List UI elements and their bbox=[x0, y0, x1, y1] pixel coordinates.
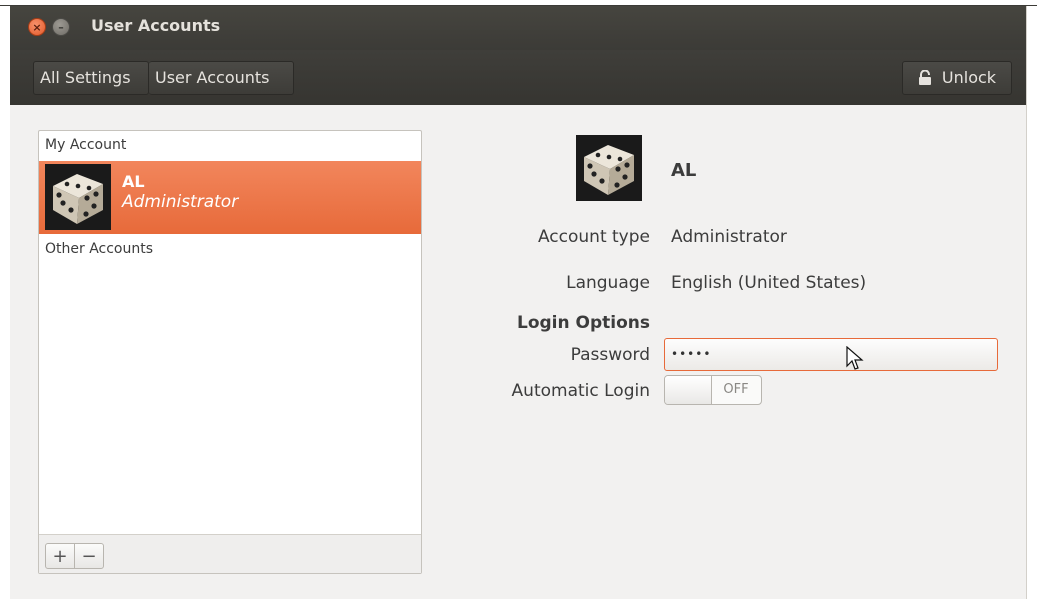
language-value[interactable]: English (United States) bbox=[671, 273, 866, 293]
list-toolbar: + − bbox=[39, 534, 421, 573]
list-item-account-al[interactable]: AL Administrator bbox=[39, 161, 421, 234]
user-name[interactable]: AL bbox=[671, 160, 696, 181]
password-label: Password bbox=[570, 345, 650, 365]
window-title: User Accounts bbox=[91, 16, 221, 35]
language-label: Language bbox=[566, 273, 650, 293]
unlock-button[interactable]: Unlock bbox=[902, 61, 1012, 95]
unlock-label: Unlock bbox=[941, 68, 997, 87]
account-role: Administrator bbox=[122, 192, 239, 212]
breadcrumb-user-accounts[interactable]: User Accounts bbox=[149, 61, 294, 95]
lock-icon bbox=[918, 70, 931, 85]
password-field[interactable]: ••••• bbox=[664, 338, 998, 371]
mouse-pointer-icon bbox=[846, 346, 864, 370]
add-account-button[interactable]: + bbox=[46, 544, 74, 568]
dice-avatar-icon bbox=[45, 164, 111, 230]
user-avatar-button[interactable] bbox=[576, 135, 642, 201]
remove-account-button[interactable]: − bbox=[74, 544, 103, 568]
toolbar: All Settings User Accounts Unlock bbox=[10, 50, 1026, 105]
breadcrumb-all-settings[interactable]: All Settings bbox=[33, 61, 149, 95]
user-accounts-window: × – User Accounts All Settings User Acco… bbox=[10, 6, 1026, 599]
account-list: My Account AL Administrator Other Accoun… bbox=[38, 130, 422, 574]
main-content: My Account AL Administrator Other Accoun… bbox=[10, 105, 1026, 599]
title-bar: × – User Accounts bbox=[10, 6, 1026, 50]
account-type-value[interactable]: Administrator bbox=[671, 227, 787, 247]
account-name: AL bbox=[122, 172, 145, 191]
toggle-knob bbox=[665, 376, 712, 404]
account-type-label: Account type bbox=[537, 227, 650, 247]
close-icon[interactable]: × bbox=[28, 18, 46, 36]
my-account-header: My Account bbox=[45, 137, 127, 153]
login-options-heading: Login Options bbox=[516, 313, 650, 333]
add-remove-group: + − bbox=[45, 543, 104, 569]
toggle-state: OFF bbox=[723, 382, 749, 397]
automatic-login-label: Automatic Login bbox=[511, 381, 650, 401]
minimize-icon[interactable]: – bbox=[52, 18, 70, 36]
other-accounts-header: Other Accounts bbox=[45, 241, 154, 257]
window-right-edge bbox=[1026, 6, 1037, 599]
automatic-login-toggle[interactable]: OFF bbox=[664, 375, 762, 405]
